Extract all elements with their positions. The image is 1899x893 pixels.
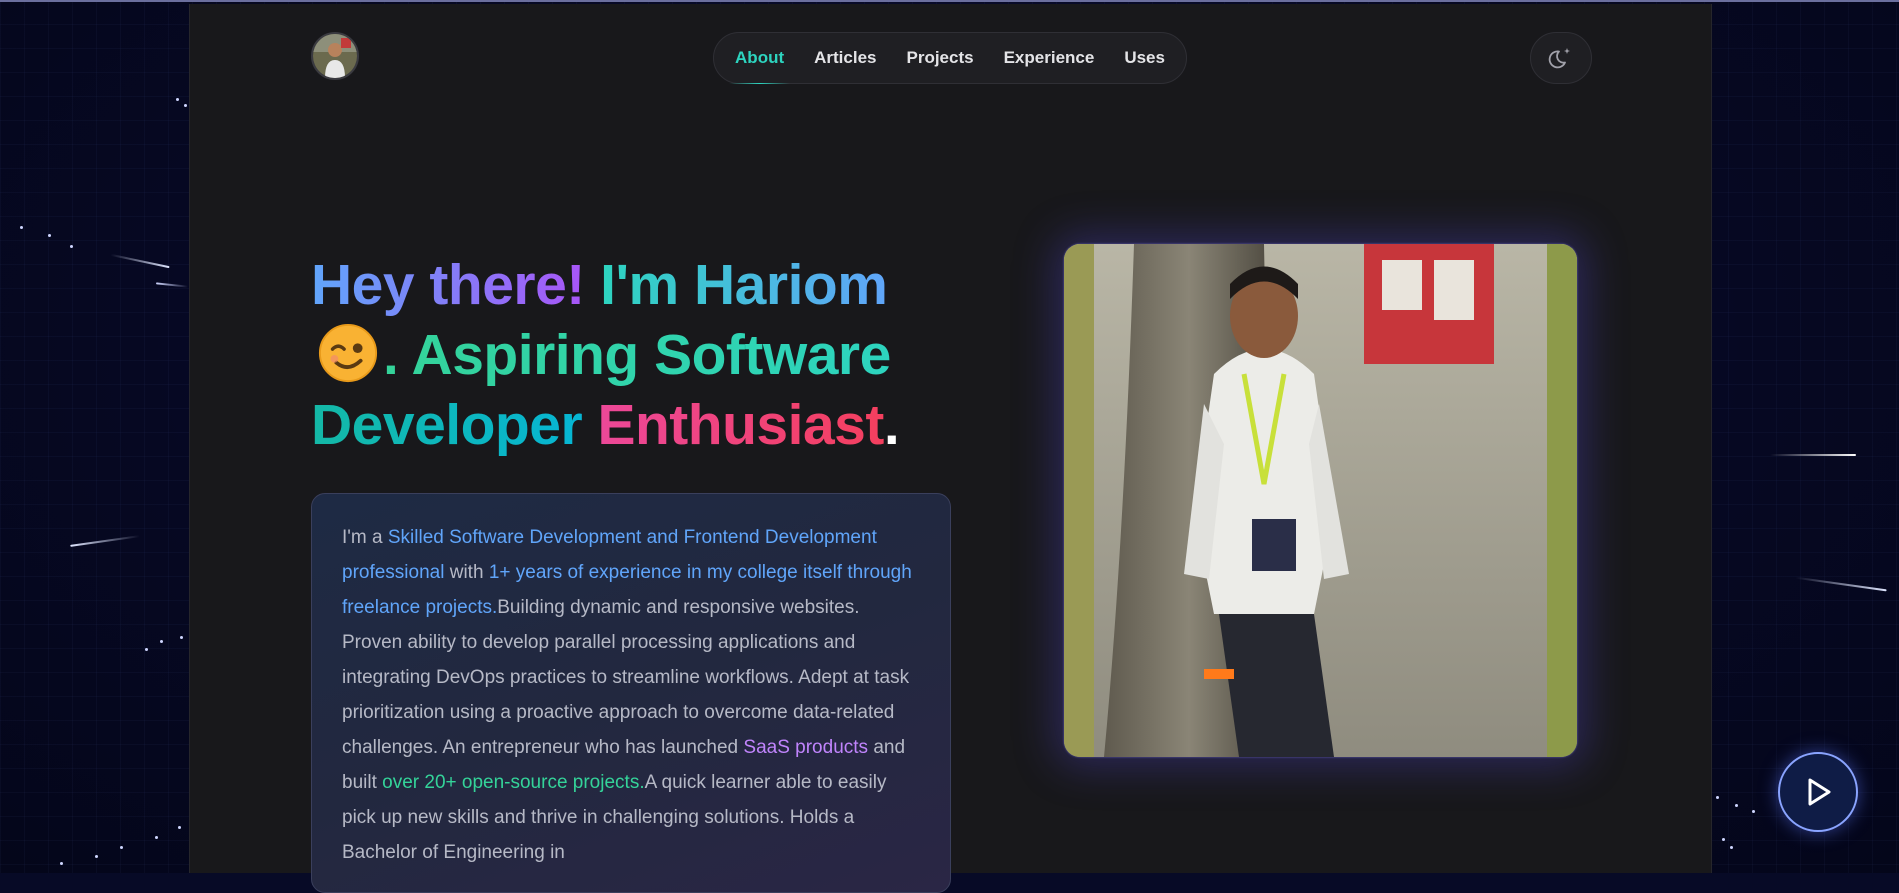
bio-highlight-opensource: over 20+ open-source projects. [382,772,645,793]
theme-toggle-button[interactable] [1530,32,1592,84]
star [155,836,158,839]
star [60,862,63,865]
bio-text: I'm a Skilled Software Development and F… [342,520,920,870]
hero-headline: Hey there! I'm Hariom . Aspiring Softwar… [311,250,971,460]
nav-experience[interactable]: Experience [1004,32,1095,84]
star [48,234,51,237]
headline-name: I'm Hariom [600,253,888,317]
headline-enthusiast: Enthusiast [597,393,884,457]
bio-card: I'm a Skilled Software Development and F… [311,493,951,893]
nav-uses[interactable]: Uses [1124,32,1165,84]
star [20,226,23,229]
bio-text-segment: with [444,562,489,583]
profile-avatar[interactable] [311,32,359,80]
headline-period: . [883,393,900,457]
star [70,245,73,248]
headline-aspiring: . Aspiring Software [383,323,891,387]
bio-text-segment: I'm a [342,527,388,548]
moon-star-icon [1548,48,1570,69]
main-page-panel: About Articles Projects Experience Uses … [189,4,1712,893]
star [180,636,183,639]
play-icon [1808,778,1831,806]
avatar-image [313,34,357,78]
star [184,104,187,107]
bio-text-segment: Building dynamic and responsive websites… [342,597,910,758]
bio-highlight-saas: SaaS products [743,737,869,758]
headline-greeting: Hey there! [311,253,585,317]
nav-about[interactable]: About [729,32,791,84]
play-button[interactable] [1778,752,1858,832]
profile-photo [1064,244,1577,757]
profile-photo-image [1064,244,1577,757]
main-navigation: About Articles Projects Experience Uses [713,32,1187,84]
star [1752,810,1755,813]
star [1716,796,1719,799]
winking-face-emoji [318,323,378,383]
headline-developer: Developer [311,393,583,457]
star [95,855,98,858]
top-border-line [0,0,1899,2]
star [145,648,148,651]
star [120,846,123,849]
star [160,640,163,643]
star [1735,804,1738,807]
nav-projects[interactable]: Projects [907,32,974,84]
nav-articles[interactable]: Articles [814,32,876,84]
light-streak [1770,454,1856,456]
star [178,826,181,829]
star [176,98,179,101]
star [1722,838,1725,841]
star [1730,846,1733,849]
